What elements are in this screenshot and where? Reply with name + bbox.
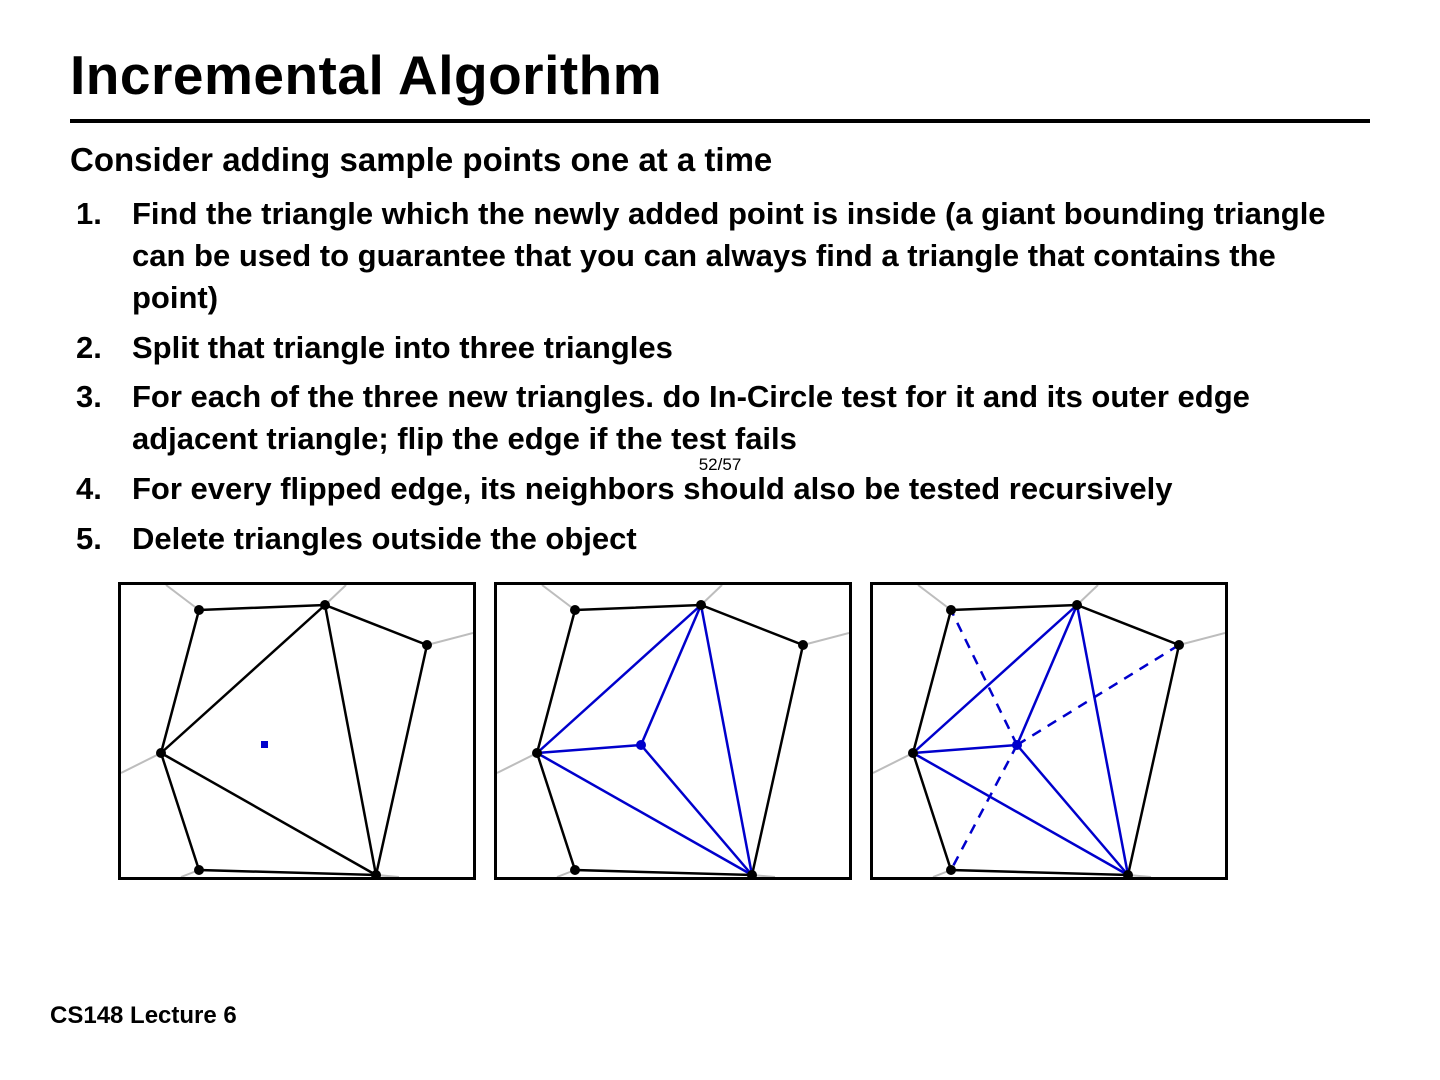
slide-title: Incremental Algorithm <box>70 43 1370 107</box>
figure-3 <box>870 582 1228 880</box>
figure-2 <box>494 582 852 880</box>
slide-subtitle: Consider adding sample points one at a t… <box>70 141 1370 179</box>
figure-1-svg <box>121 585 473 877</box>
step-2: Split that triangle into three triangles <box>132 327 1370 369</box>
step-3: For each of the three new triangles. do … <box>132 376 1370 460</box>
figure-1 <box>118 582 476 880</box>
figure-3-svg <box>873 585 1225 877</box>
slide: Incremental Algorithm Consider adding sa… <box>0 0 1440 1080</box>
figure-2-svg <box>497 585 849 877</box>
step-4: For every flipped edge, its neighbors sh… <box>132 468 1370 510</box>
title-rule <box>70 119 1370 123</box>
figures-row <box>70 582 1370 880</box>
step-1: Find the triangle which the newly added … <box>132 193 1370 319</box>
page-counter-overlay: 52/57 <box>699 455 742 475</box>
step-5: Delete triangles outside the object <box>132 518 1370 560</box>
slide-footer: CS148 Lecture 6 <box>50 1002 237 1030</box>
steps-list: Find the triangle which the newly added … <box>70 193 1370 560</box>
